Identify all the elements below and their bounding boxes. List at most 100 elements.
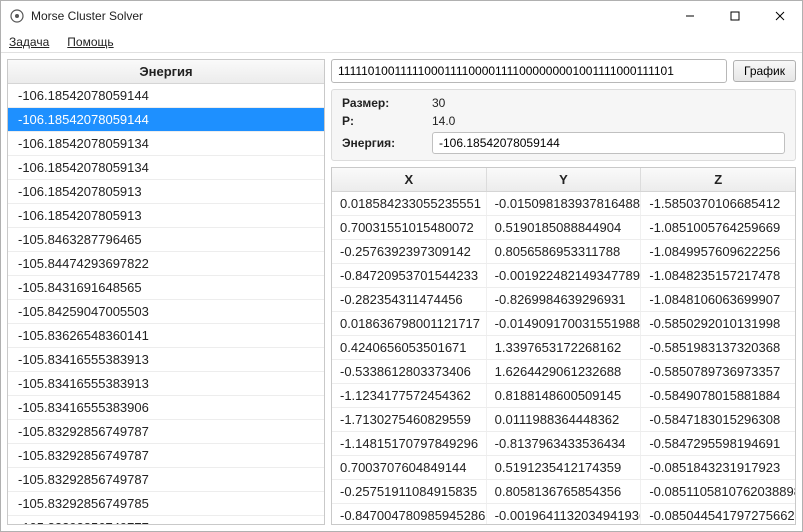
size-label: Размер: — [342, 96, 432, 110]
table-cell: -0.00196411320349419365 — [487, 504, 642, 524]
table-body[interactable]: 0.018584233055235551-0.01509818393781648… — [332, 192, 795, 524]
table-cell: -0.08504454179727566243 — [641, 504, 795, 524]
th-y[interactable]: Y — [487, 168, 642, 191]
table-cell: -0.2576392397309142 — [332, 240, 487, 263]
energy-label: Энергия: — [342, 136, 432, 150]
table-cell: -1.0849957609622256 — [641, 240, 795, 263]
table-header-row: X Y Z — [332, 168, 795, 192]
energy-item[interactable]: -106.18542078059134 — [8, 156, 324, 180]
table-cell: -1.14815170797849296 — [332, 432, 487, 455]
p-value: 14.0 — [432, 114, 455, 128]
coord-table: X Y Z 0.018584233055235551-0.01509818393… — [331, 167, 796, 525]
table-cell: -0.0851105810762038898 — [641, 480, 795, 503]
table-cell: 1.3397653172268162 — [487, 336, 642, 359]
info-box: Размер: 30 P: 14.0 Энергия: — [331, 89, 796, 161]
energy-item[interactable]: -105.83292856749777 — [8, 516, 324, 524]
energy-item[interactable]: -106.1854207805913 — [8, 180, 324, 204]
table-row[interactable]: 0.018636798001121717-0.01490917003155198… — [332, 312, 795, 336]
table-cell: 0.0111988364448362 — [487, 408, 642, 431]
table-row[interactable]: -0.84700478098594528614-0.00196411320349… — [332, 504, 795, 524]
energy-item[interactable]: -105.83416555383906 — [8, 396, 324, 420]
table-cell: -1.0851005764259669 — [641, 216, 795, 239]
table-row[interactable]: 0.42406560535016711.3397653172268162-0.5… — [332, 336, 795, 360]
table-cell: -0.84700478098594528614 — [332, 504, 487, 524]
menu-task[interactable]: Задача — [9, 35, 49, 49]
energy-panel: Энергия -106.18542078059144-106.18542078… — [7, 59, 325, 525]
table-row[interactable]: -1.12341775724543620.8188148600509145-0.… — [332, 384, 795, 408]
energy-item[interactable]: -105.83292856749785 — [8, 492, 324, 516]
table-cell: -0.0019224821493477898 — [487, 264, 642, 287]
table-cell: -0.5850292010131998 — [641, 312, 795, 335]
table-row[interactable]: -0.84720953701544233-0.00192248214934778… — [332, 264, 795, 288]
energy-item[interactable]: -106.18542078059134 — [8, 132, 324, 156]
table-cell: -1.0848235157217478 — [641, 264, 795, 287]
table-cell: 0.018636798001121717 — [332, 312, 487, 335]
menubar: Задача Помощь — [1, 31, 802, 53]
th-z[interactable]: Z — [641, 168, 795, 191]
table-cell: 0.8058136765854356 — [487, 480, 642, 503]
energy-item[interactable]: -105.84474293697822 — [8, 252, 324, 276]
energy-field[interactable] — [432, 132, 785, 154]
table-row[interactable]: 0.018584233055235551-0.01509818393781648… — [332, 192, 795, 216]
table-cell: -0.8269984639296931 — [487, 288, 642, 311]
app-window: Morse Cluster Solver Задача Помощь Энерг… — [0, 0, 803, 532]
table-cell: -0.84720953701544233 — [332, 264, 487, 287]
energy-item[interactable]: -105.83292856749787 — [8, 444, 324, 468]
menu-help[interactable]: Помощь — [67, 35, 113, 49]
table-row[interactable]: -0.25763923973091420.8056586953311788-1.… — [332, 240, 795, 264]
table-cell: -0.282354311474456 — [332, 288, 487, 311]
energy-item[interactable]: -105.84259047005503 — [8, 300, 324, 324]
table-cell: -0.5847295598194691 — [641, 432, 795, 455]
energy-item[interactable]: -105.83292856749787 — [8, 468, 324, 492]
energy-item[interactable]: -105.83626548360141 — [8, 324, 324, 348]
titlebar: Morse Cluster Solver — [1, 1, 802, 31]
energy-item[interactable]: -105.83416555383913 — [8, 348, 324, 372]
energy-item[interactable]: -105.83292856749787 — [8, 420, 324, 444]
app-icon — [9, 8, 25, 24]
window-title: Morse Cluster Solver — [31, 9, 667, 23]
table-cell: 0.8188148600509145 — [487, 384, 642, 407]
energy-item[interactable]: -105.8431691648565 — [8, 276, 324, 300]
table-cell: -1.0848106063699907 — [641, 288, 795, 311]
table-row[interactable]: -1.71302754608295590.0111988364448362-0.… — [332, 408, 795, 432]
table-row[interactable]: 0.700315510154800720.5190185088844904-1.… — [332, 216, 795, 240]
binary-row: График — [331, 59, 796, 83]
graph-button[interactable]: График — [733, 60, 796, 82]
table-row[interactable]: -1.14815170797849296-0.8137963433536434-… — [332, 432, 795, 456]
content-area: Энергия -106.18542078059144-106.18542078… — [1, 53, 802, 531]
p-label: P: — [342, 114, 432, 128]
energy-list[interactable]: -106.18542078059144-106.18542078059144-1… — [8, 84, 324, 524]
table-row[interactable]: -0.257519110849158350.8058136765854356-0… — [332, 480, 795, 504]
table-cell: 0.7003707604849144 — [332, 456, 487, 479]
binary-input[interactable] — [331, 59, 727, 83]
energy-item[interactable]: -105.8463287796465 — [8, 228, 324, 252]
table-cell: -0.0149091700315519888 — [487, 312, 642, 335]
table-row[interactable]: -0.53386128033734061.6264429061232688-0.… — [332, 360, 795, 384]
table-cell: 0.70031551015480072 — [332, 216, 487, 239]
energy-item[interactable]: -106.18542078059144 — [8, 108, 324, 132]
table-cell: 0.018584233055235551 — [332, 192, 487, 215]
details-panel: График Размер: 30 P: 14.0 Энергия: X — [331, 59, 796, 525]
table-cell: -0.5338612803373406 — [332, 360, 487, 383]
table-row[interactable]: -0.282354311474456-0.8269984639296931-1.… — [332, 288, 795, 312]
table-cell: 0.5191235412174359 — [487, 456, 642, 479]
energy-item[interactable]: -105.83416555383913 — [8, 372, 324, 396]
th-x[interactable]: X — [332, 168, 487, 191]
table-cell: 0.4240656053501671 — [332, 336, 487, 359]
close-button[interactable] — [757, 1, 802, 31]
energy-item[interactable]: -106.1854207805913 — [8, 204, 324, 228]
table-row[interactable]: 0.70037076048491440.5191235412174359-0.0… — [332, 456, 795, 480]
table-cell: -1.5850370106685412 — [641, 192, 795, 215]
table-cell: -1.1234177572454362 — [332, 384, 487, 407]
energy-item[interactable]: -106.18542078059144 — [8, 84, 324, 108]
maximize-button[interactable] — [712, 1, 757, 31]
table-cell: -0.0851843231917923 — [641, 456, 795, 479]
table-cell: -0.5850789736973357 — [641, 360, 795, 383]
window-controls — [667, 1, 802, 31]
minimize-button[interactable] — [667, 1, 712, 31]
energy-header: Энергия — [8, 60, 324, 84]
table-cell: -0.0150981839378164889 — [487, 192, 642, 215]
size-value: 30 — [432, 96, 445, 110]
table-cell: -0.5847183015296308 — [641, 408, 795, 431]
table-cell: 1.6264429061232688 — [487, 360, 642, 383]
